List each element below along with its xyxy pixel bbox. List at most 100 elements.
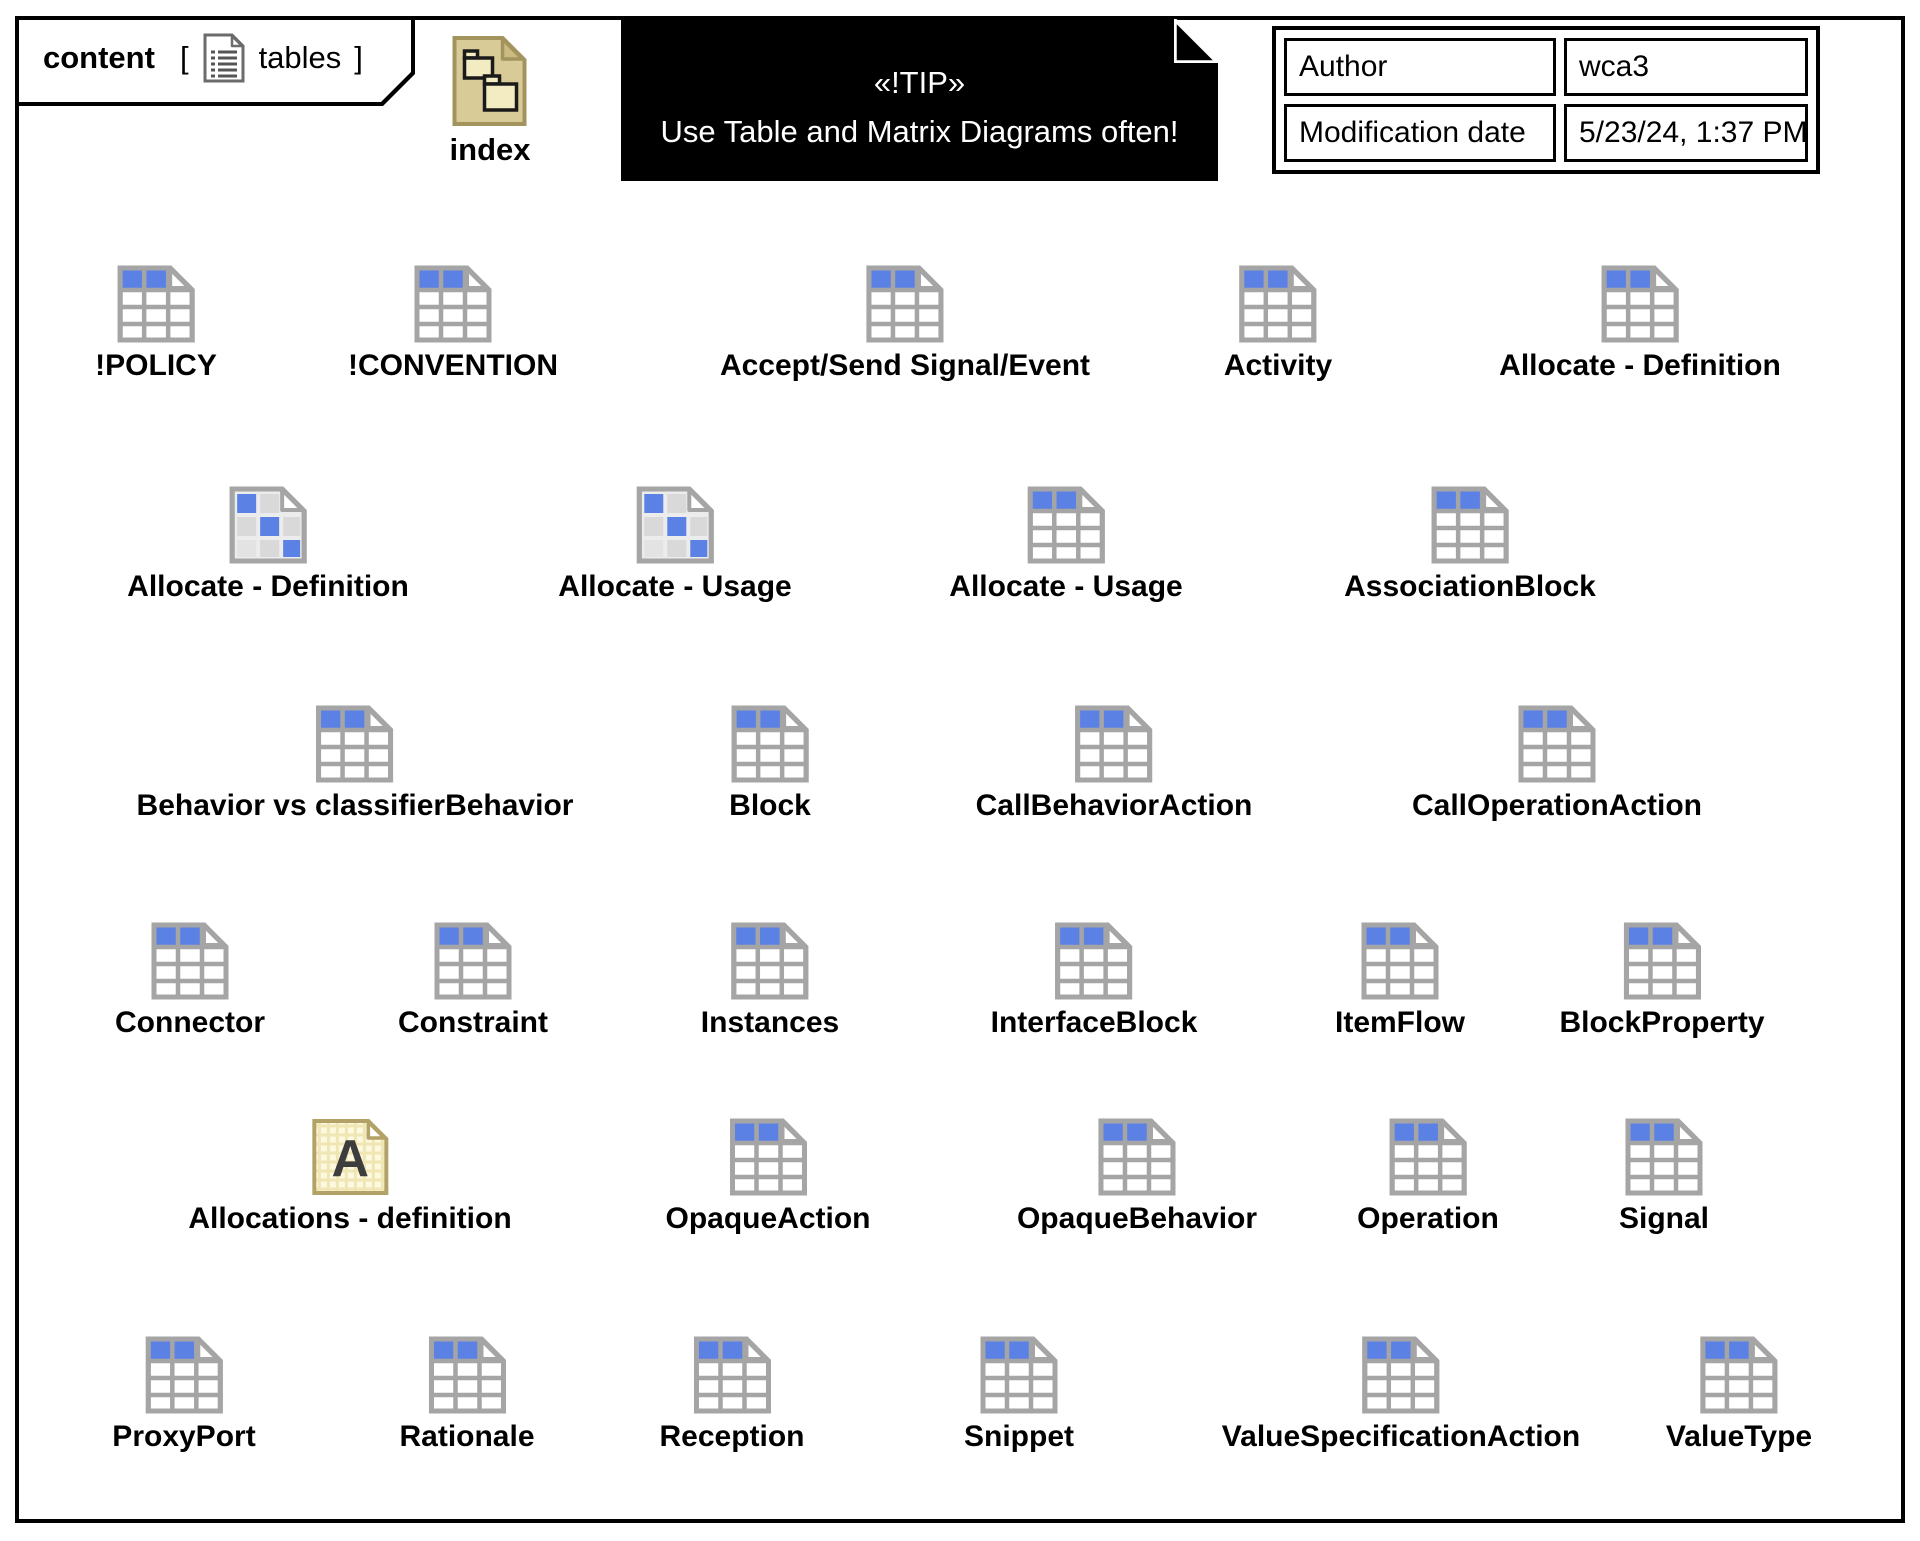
- table-diagram-icon: [1360, 921, 1440, 1001]
- table-diagram-icon: [427, 1335, 507, 1415]
- diagram-item[interactable]: CallBehaviorAction: [976, 704, 1253, 823]
- table-diagram-icon: [413, 264, 493, 344]
- diagram-item[interactable]: ItemFlow: [1335, 921, 1465, 1040]
- modification-date-value-cell: 5/23/24, 1:37 PM: [1564, 104, 1808, 162]
- diagram-item-label: Signal: [1619, 1202, 1709, 1236]
- table-diagram-icon: [1074, 704, 1154, 784]
- index-package-item[interactable]: index: [450, 34, 531, 168]
- diagram-item[interactable]: BlockProperty: [1559, 921, 1764, 1040]
- table-diagram-icon: [1600, 264, 1680, 344]
- diagram-item-label: CallBehaviorAction: [976, 789, 1253, 823]
- diagram-item[interactable]: Operation: [1357, 1117, 1499, 1236]
- tables-document-icon: [202, 32, 246, 84]
- diagram-item[interactable]: AssociationBlock: [1344, 485, 1596, 604]
- diagram-item[interactable]: Allocate - Definition: [1499, 264, 1781, 383]
- diagram-item-label: !CONVENTION: [348, 349, 558, 383]
- diagram-item[interactable]: Rationale: [399, 1335, 534, 1454]
- diagram-item[interactable]: Behavior vs classifierBehavior: [137, 704, 574, 823]
- modification-date-label-cell: Modification date: [1284, 104, 1556, 162]
- diagram-item-label: Allocate - Usage: [949, 570, 1182, 604]
- author-label-cell: Author: [1284, 38, 1556, 96]
- tip-note[interactable]: «!TIP» Use Table and Matrix Diagrams oft…: [621, 19, 1218, 181]
- diagram-item[interactable]: InterfaceBlock: [991, 921, 1198, 1040]
- matrix-diagram-icon: [228, 485, 308, 565]
- diagram-item-label: ValueType: [1666, 1420, 1812, 1454]
- table-diagram-icon: [1361, 1335, 1441, 1415]
- table-diagram-icon: [1097, 1117, 1177, 1197]
- table-diagram-icon: [1238, 264, 1318, 344]
- diagram-item-label: BlockProperty: [1559, 1006, 1764, 1040]
- diagram-item[interactable]: Allocate - Usage: [558, 485, 791, 604]
- table-diagram-icon: [150, 921, 230, 1001]
- table-diagram-icon: [865, 264, 945, 344]
- diagram-item-label: Allocate - Definition: [127, 570, 409, 604]
- table-diagram-icon: [1624, 1117, 1704, 1197]
- index-package-icon: [451, 34, 529, 128]
- diagram-item[interactable]: !POLICY: [95, 264, 217, 383]
- diagram-item-label: !POLICY: [95, 349, 217, 383]
- diagram-item[interactable]: Instances: [701, 921, 839, 1040]
- diagram-item[interactable]: ValueType: [1666, 1335, 1812, 1454]
- diagram-item[interactable]: A Allocations - definition: [188, 1117, 511, 1236]
- table-diagram-icon: [1026, 485, 1106, 565]
- diagram-item[interactable]: OpaqueAction: [665, 1117, 870, 1236]
- diagram-item-label: Block: [729, 789, 811, 823]
- diagram-item[interactable]: Allocate - Definition: [127, 485, 409, 604]
- diagram-item[interactable]: Accept/Send Signal/Event: [720, 264, 1090, 383]
- table-diagram-icon: [692, 1335, 772, 1415]
- diagram-item[interactable]: OpaqueBehavior: [1017, 1117, 1257, 1236]
- table-diagram-icon: [1054, 921, 1134, 1001]
- diagram-item-label: Activity: [1224, 349, 1332, 383]
- diagram-item-label: Rationale: [399, 1420, 534, 1454]
- diagram-item[interactable]: Activity: [1224, 264, 1332, 383]
- diagram-item-label: Connector: [115, 1006, 265, 1040]
- note-fold-icon: [1174, 19, 1218, 63]
- diagram-item-label: Allocate - Definition: [1499, 349, 1781, 383]
- diagram-name: content: [43, 40, 155, 76]
- diagram-item[interactable]: Block: [729, 704, 811, 823]
- tab-kind-label: tables: [259, 40, 342, 76]
- tip-text: Use Table and Matrix Diagrams often!: [660, 114, 1178, 150]
- table-diagram-icon: [979, 1335, 1059, 1415]
- diagram-item[interactable]: !CONVENTION: [348, 264, 558, 383]
- table-diagram-icon: [730, 704, 810, 784]
- table-diagram-icon: [1388, 1117, 1468, 1197]
- table-diagram-icon: [144, 1335, 224, 1415]
- table-diagram-icon: [1622, 921, 1702, 1001]
- diagram-item-label: Allocations - definition: [188, 1202, 511, 1236]
- diagram-item-label: CallOperationAction: [1412, 789, 1702, 823]
- diagram-item[interactable]: Constraint: [398, 921, 548, 1040]
- diagram-item[interactable]: Snippet: [964, 1335, 1074, 1454]
- diagram-item[interactable]: CallOperationAction: [1412, 704, 1702, 823]
- diagram-item-label: Constraint: [398, 1006, 548, 1040]
- diagram-tab[interactable]: content [ tables ]: [15, 16, 415, 106]
- diagram-item-label: Reception: [659, 1420, 804, 1454]
- diagram-item-label: Allocate - Usage: [558, 570, 791, 604]
- diagram-item[interactable]: ValueSpecificationAction: [1222, 1335, 1580, 1454]
- tip-stereotype: «!TIP»: [874, 65, 965, 101]
- diagram-item[interactable]: Connector: [115, 921, 265, 1040]
- svg-text:A: A: [331, 1130, 369, 1188]
- table-diagram-icon: [728, 1117, 808, 1197]
- diagram-item-label: ValueSpecificationAction: [1222, 1420, 1580, 1454]
- diagram-info-table[interactable]: Author wca3 Modification date 5/23/24, 1…: [1272, 26, 1820, 174]
- diagram-item[interactable]: ProxyPort: [112, 1335, 255, 1454]
- diagram-item-label: ProxyPort: [112, 1420, 255, 1454]
- diagram-item[interactable]: Signal: [1619, 1117, 1709, 1236]
- table-diagram-icon: [1699, 1335, 1779, 1415]
- table-diagram-icon: [1430, 485, 1510, 565]
- diagram-canvas: content [ tables ]: [0, 0, 1920, 1541]
- diagram-item-label: OpaqueBehavior: [1017, 1202, 1257, 1236]
- table-diagram-icon: [433, 921, 513, 1001]
- diagram-item-label: Instances: [701, 1006, 839, 1040]
- table-diagram-icon: [730, 921, 810, 1001]
- tab-bracket-open: [: [180, 40, 189, 76]
- index-label: index: [450, 132, 531, 168]
- table-diagram-icon: [315, 704, 395, 784]
- diagram-item-label: Operation: [1357, 1202, 1499, 1236]
- diagram-item-label: InterfaceBlock: [991, 1006, 1198, 1040]
- table-diagram-icon: [1517, 704, 1597, 784]
- diagram-item-label: OpaqueAction: [665, 1202, 870, 1236]
- diagram-item[interactable]: Reception: [659, 1335, 804, 1454]
- diagram-item[interactable]: Allocate - Usage: [949, 485, 1182, 604]
